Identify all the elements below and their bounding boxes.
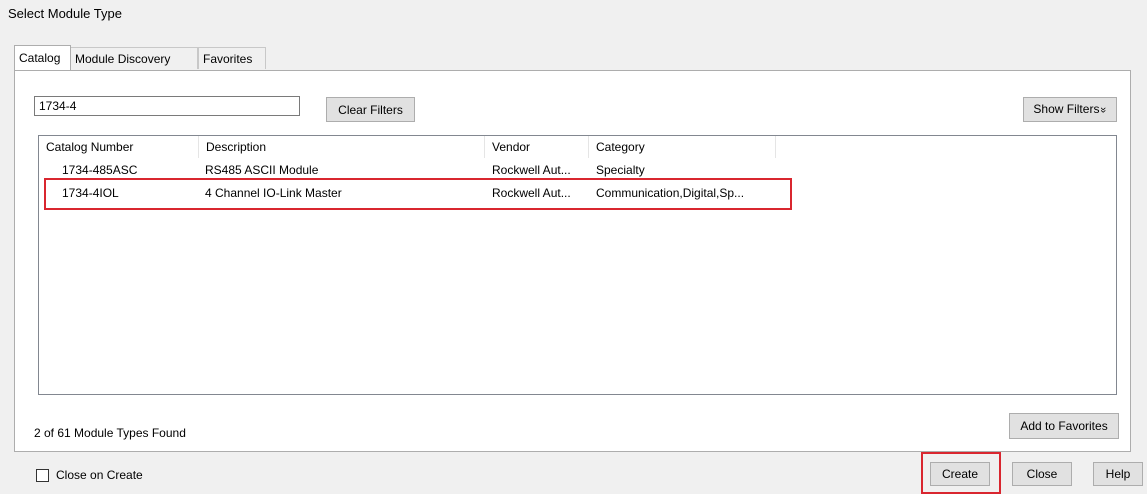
column-header-vendor[interactable]: Vendor <box>485 136 589 158</box>
module-list[interactable]: Catalog Number Description Vendor Catego… <box>38 135 1117 395</box>
cell-catalog-number: 1734-485ASC <box>62 163 138 177</box>
cell-category: Specialty <box>596 163 645 177</box>
clear-filters-button[interactable]: Clear Filters <box>326 97 415 122</box>
tab-catalog[interactable]: Catalog <box>14 45 71 70</box>
table-row[interactable]: 1734-4IOL 4 Channel IO-Link Master Rockw… <box>39 185 819 201</box>
create-button[interactable]: Create <box>930 462 990 486</box>
column-header-catalog-number[interactable]: Catalog Number <box>39 136 199 158</box>
chevron-double-down-icon: » <box>1097 106 1110 114</box>
tab-favorites[interactable]: Favorites <box>198 47 266 69</box>
close-on-create-label[interactable]: Close on Create <box>56 468 143 482</box>
cell-description: 4 Channel IO-Link Master <box>205 186 342 200</box>
show-filters-button[interactable]: Show Filters» <box>1023 97 1117 122</box>
cell-category: Communication,Digital,Sp... <box>596 186 745 200</box>
dialog-title: Select Module Type <box>8 6 122 21</box>
add-to-favorites-button[interactable]: Add to Favorites <box>1009 413 1119 439</box>
close-button[interactable]: Close <box>1012 462 1072 486</box>
help-button[interactable]: Help <box>1093 462 1143 486</box>
cell-vendor: Rockwell Aut... <box>492 163 571 177</box>
cell-vendor: Rockwell Aut... <box>492 186 571 200</box>
close-on-create-checkbox[interactable] <box>36 469 49 482</box>
column-header-description[interactable]: Description <box>199 136 485 158</box>
table-row[interactable]: 1734-485ASC RS485 ASCII Module Rockwell … <box>39 162 819 178</box>
search-input[interactable] <box>34 96 300 116</box>
tab-module-discovery[interactable]: Module Discovery <box>70 47 198 69</box>
column-header-category[interactable]: Category <box>589 136 776 158</box>
results-count-text: 2 of 61 Module Types Found <box>34 426 186 440</box>
cell-description: RS485 ASCII Module <box>205 163 319 177</box>
cell-catalog-number: 1734-4IOL <box>62 186 119 200</box>
show-filters-label: Show Filters <box>1033 102 1100 116</box>
